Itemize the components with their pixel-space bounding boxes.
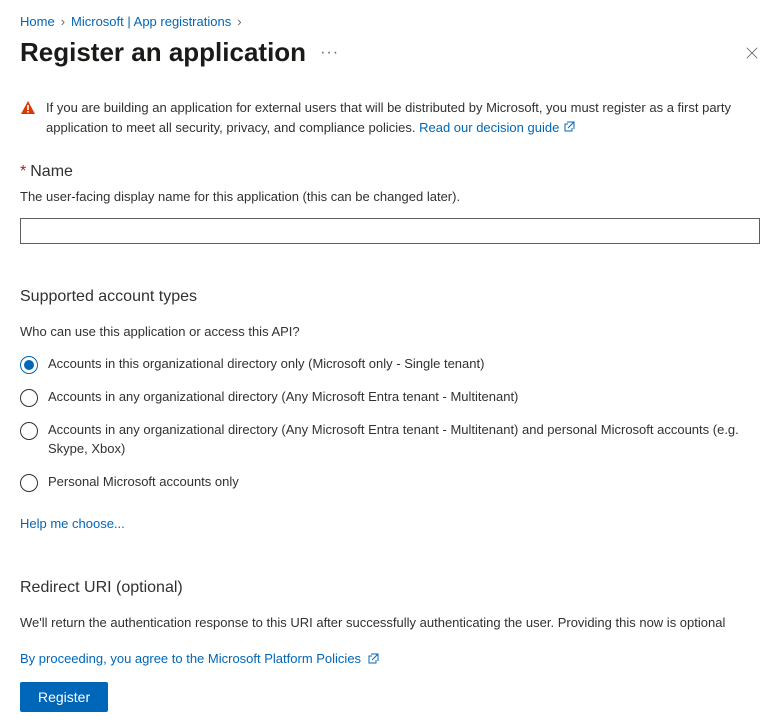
required-indicator: * — [20, 163, 26, 180]
account-types-question: Who can use this application or access t… — [20, 324, 760, 339]
form-scroll-area[interactable]: If you are building an application for e… — [0, 88, 780, 638]
redirect-uri-heading: Redirect URI (optional) — [20, 579, 760, 597]
more-icon[interactable]: ··· — [320, 44, 339, 62]
redirect-uri-description: We'll return the authentication response… — [20, 615, 760, 630]
radio-icon — [20, 422, 38, 440]
radio-icon — [20, 474, 38, 492]
platform-policies-link[interactable]: By proceeding, you agree to the Microsof… — [20, 651, 379, 666]
breadcrumb: Home › Microsoft | App registrations › — [0, 0, 780, 37]
warning-icon — [20, 100, 36, 116]
help-me-choose-link[interactable]: Help me choose... — [20, 516, 125, 531]
radio-personal-only[interactable]: Personal Microsoft accounts only — [20, 473, 760, 492]
radio-multitenant[interactable]: Accounts in any organizational directory… — [20, 388, 760, 407]
register-button[interactable]: Register — [20, 682, 108, 712]
name-label: Name — [30, 163, 73, 180]
account-types-heading: Supported account types — [20, 288, 760, 306]
chevron-right-icon: › — [237, 14, 241, 29]
account-types-radio-group: Accounts in this organizational director… — [20, 355, 760, 492]
page-title: Register an application — [20, 37, 306, 68]
breadcrumb-app-registrations[interactable]: Microsoft | App registrations — [71, 14, 231, 29]
radio-icon — [20, 389, 38, 407]
footer: By proceeding, you agree to the Microsof… — [0, 639, 780, 728]
warning-banner: If you are building an application for e… — [20, 98, 760, 137]
radio-single-tenant[interactable]: Accounts in this organizational director… — [20, 355, 760, 374]
external-link-icon — [367, 653, 379, 665]
radio-multitenant-personal[interactable]: Accounts in any organizational directory… — [20, 421, 760, 459]
warning-link[interactable]: Read our decision guide — [419, 120, 575, 135]
warning-text: If you are building an application for e… — [46, 100, 731, 135]
chevron-right-icon: › — [61, 14, 65, 29]
external-link-icon — [563, 121, 575, 133]
breadcrumb-home[interactable]: Home — [20, 14, 55, 29]
close-button[interactable] — [744, 45, 760, 61]
radio-icon — [20, 356, 38, 374]
name-help-text: The user-facing display name for this ap… — [20, 189, 760, 204]
name-field[interactable] — [20, 218, 760, 244]
